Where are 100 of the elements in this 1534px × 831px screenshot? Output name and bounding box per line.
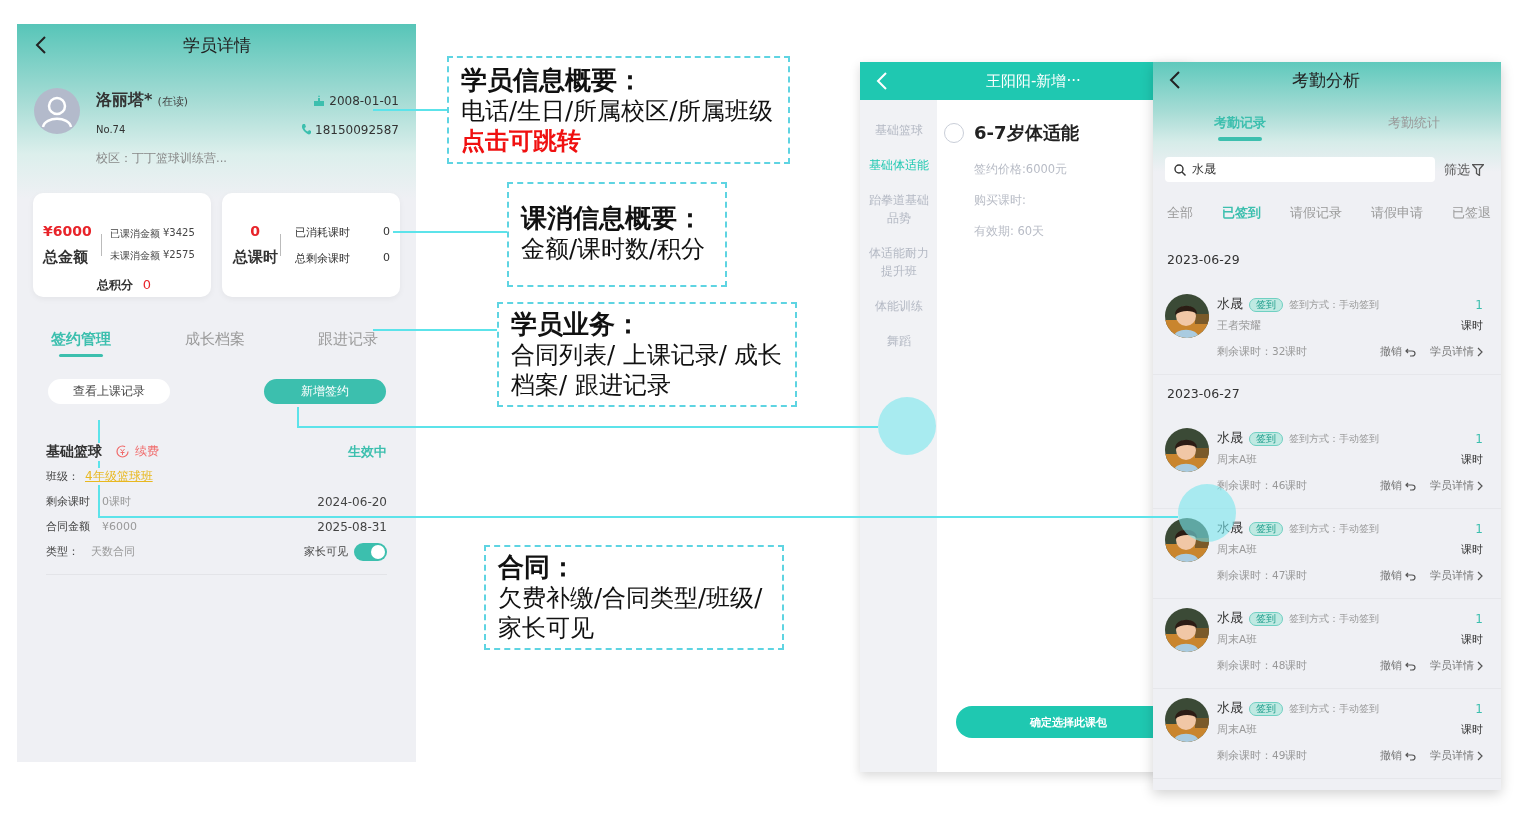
remaining-hours: 剩余课时：47课时 [1217,569,1308,583]
hours-count: 1 [1475,611,1483,626]
package-name: 6-7岁体适能 [974,121,1079,145]
search-icon [1174,163,1186,176]
field-label: 合同金额 [46,519,90,534]
points-label: 总积分 [96,277,133,294]
annotation-title: 学员业务： [511,308,642,340]
sign-method: 签到方式：手动签到 [1289,611,1379,626]
remaining-hours: 剩余课时：48课时 [1217,659,1308,673]
category-item[interactable]: 体适能耐力提升班 [866,244,931,280]
field-value: ¥6000 [102,520,137,533]
details-link[interactable]: 学员详情 [1430,749,1483,763]
status-filter[interactable]: 已签到 [1222,202,1261,226]
package-price: 签约价格:6000元 [974,161,1068,178]
undo-link[interactable]: 撤销 [1380,345,1416,359]
status-badge: 签到 [1249,701,1283,716]
hours-unit: 课时 [1461,722,1483,737]
tab[interactable]: 考勤统计 [1327,110,1501,144]
renew-link[interactable]: 续费 [135,443,159,460]
campus-text: 校区：丁丁篮球训练营... [96,150,228,167]
package-hours: 购买课时: [974,192,1026,209]
sign-method: 签到方式：手动签到 [1289,297,1379,312]
unconsumed-label: 未课消金额 [110,249,160,263]
contract-status: 生效中 [348,442,387,461]
student-number: No.74 [96,124,126,135]
category-item[interactable]: 基础篮球 [866,121,931,139]
annotation-text: 电话/生日/所属校区/所属班级 [461,96,775,126]
annotation-text: 金额/课时数/积分 [521,234,707,264]
chevron-right-icon [1477,661,1483,671]
category-item[interactable]: 基础体适能 [866,156,931,174]
package-validity: 有效期: 60天 [974,223,1045,240]
hours-unit: 课时 [1461,542,1483,557]
tab[interactable]: 跟进记录 [318,330,378,357]
status-label: (在读) [157,94,188,109]
annotation-text: 欠费补缴/合同类型/班级/家长可见 [498,583,764,643]
total-hours: 0 [250,222,260,241]
student-name: 洛丽塔* [96,90,153,111]
tab[interactable]: 成长档案 [184,330,245,357]
student-name: 水晟 [1217,296,1243,313]
sign-method: 签到方式：手动签到 [1289,431,1379,446]
button[interactable]: 查看上课记录 [48,379,170,404]
date-header: 2023-06-27 [1166,385,1241,403]
remaining-hours: 剩余课时：49课时 [1217,749,1308,763]
remaining-hours: 剩余课时：46课时 [1217,479,1308,493]
sign-method: 签到方式：手动签到 [1289,521,1379,536]
used-hours-label: 已消耗课时 [295,224,350,240]
class-name: 周末A班 [1217,452,1258,467]
details-link[interactable]: 学员详情 [1430,659,1483,673]
back-icon[interactable] [1169,70,1181,90]
status-filter[interactable]: 请假记录 [1290,202,1342,226]
phone-number: 18150092587 [315,122,399,137]
screen-title: 学员详情 [181,33,252,57]
annotation-title: 合同： [498,551,577,583]
points-value: 0 [142,276,152,294]
sign-method: 签到方式：手动签到 [1289,701,1379,716]
student-name: 水晟 [1217,430,1243,447]
total-amount-label: 总金额 [43,247,89,268]
undo-link[interactable]: 撤销 [1380,479,1416,493]
hours-unit: 课时 [1461,318,1483,333]
button[interactable]: 新增签约 [264,379,386,404]
status-badge: 签到 [1249,611,1283,626]
undo-link[interactable]: 撤销 [1380,569,1416,583]
undo-link[interactable]: 撤销 [1380,749,1416,763]
student-name: 水晟 [1217,700,1243,717]
status-filter[interactable]: 请假申请 [1371,202,1423,226]
status-badge: 签到 [1249,521,1283,536]
hours-unit: 课时 [1461,452,1483,467]
toggle-label: 家长可见 [304,544,348,559]
consumed-amount: ¥3425 [163,227,195,240]
details-link[interactable]: 学员详情 [1430,479,1483,493]
details-link[interactable]: 学员详情 [1430,345,1483,359]
undo-icon [1405,347,1416,357]
tab[interactable]: 签约管理 [51,330,111,357]
category-item[interactable]: 体能训练 [866,297,931,315]
remaining-hours-label: 总剩余课时 [295,250,350,266]
back-icon[interactable] [35,35,47,55]
hours-count: 1 [1475,521,1483,536]
birthday: 2008-01-01 [329,93,399,108]
consumed-label: 已课消金额 [110,227,160,241]
status-filter[interactable]: 全部 [1167,202,1193,226]
details-link[interactable]: 学员详情 [1430,569,1483,583]
undo-icon [1405,481,1416,491]
undo-link[interactable]: 撤销 [1380,659,1416,673]
filter-button[interactable]: 筛选 [1444,160,1484,179]
hours-count: 1 [1475,431,1483,446]
toggle-switch[interactable] [354,542,387,561]
chevron-right-icon [1477,571,1483,581]
status-filter[interactable]: 已签退 [1452,202,1491,226]
search-field[interactable]: 水晟 [1165,157,1435,182]
start-date: 2024-06-20 [317,494,387,509]
phone-icon [301,124,311,135]
date-header: 2023-06-29 [1166,251,1241,269]
class-name: 周末A班 [1217,542,1258,557]
tab[interactable]: 考勤记录 [1153,110,1327,144]
class-name: 周末A班 [1217,632,1258,647]
field-value: 0课时 [102,494,131,509]
field-label: 剩余课时 [46,494,90,509]
class-link[interactable]: 4年级篮球班 [85,468,153,485]
total-amount: ¥6000 [43,222,93,241]
student-name: 水晟 [1217,610,1243,627]
